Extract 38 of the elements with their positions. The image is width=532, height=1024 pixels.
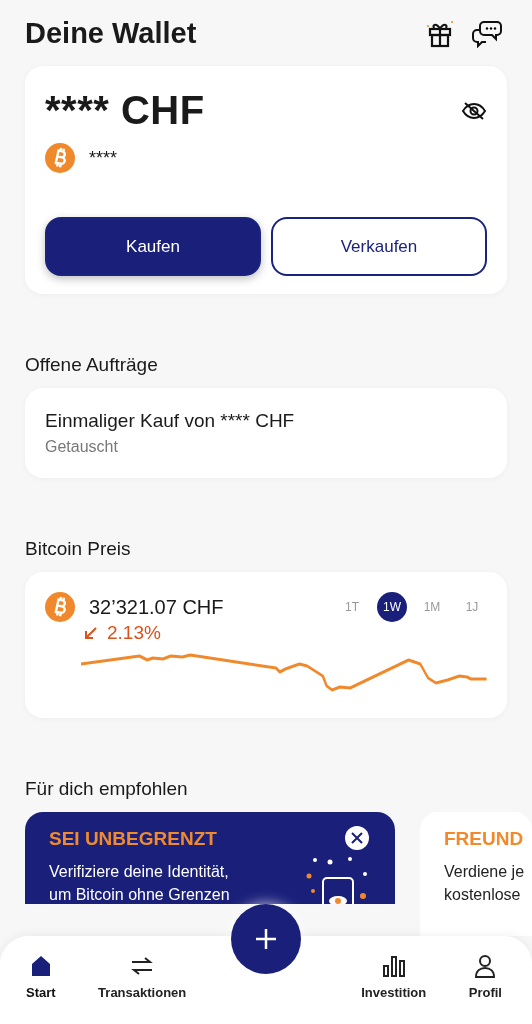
promo-title: FREUND	[444, 828, 524, 850]
bitcoin-icon	[45, 592, 75, 622]
eye-hidden-icon[interactable]	[461, 100, 487, 121]
nav-tab[interactable]: Profil	[468, 954, 502, 1008]
balance-amount: **** CHF	[45, 88, 205, 133]
plus-icon	[254, 927, 278, 951]
bitcoin-icon	[45, 143, 75, 173]
nav-tab[interactable]: Investition	[361, 954, 427, 1008]
gift-icon[interactable]	[425, 18, 455, 48]
bar-chart-icon	[381, 954, 406, 978]
person-icon	[473, 954, 498, 978]
nav-tab[interactable]: Transaktionen	[98, 954, 187, 1008]
page-title: Deine Wallet	[25, 16, 197, 50]
promo-card[interactable]: SEI UNBEGRENZT Verifiziere deine Identität, um Bitcoin ohne Grenzen	[25, 812, 395, 904]
order-card[interactable]: Einmaliger Kauf von **** CHF Getauscht	[25, 388, 507, 478]
promo-text: Verdiene je	[444, 862, 526, 882]
swap-arrows-icon	[130, 954, 155, 978]
promo-card[interactable]: FREUND Verdiene je kostenlose	[420, 812, 532, 936]
chat-icon[interactable]	[471, 18, 503, 48]
close-button[interactable]	[345, 826, 369, 850]
buy-button[interactable]: Kaufen	[45, 217, 261, 276]
order-title: Einmaliger Kauf von **** CHF	[45, 410, 296, 432]
close-icon	[351, 832, 363, 844]
nav-tab[interactable]: Start	[26, 954, 56, 1008]
promo-text: kostenlose	[444, 885, 522, 905]
promo-text: Verifiziere deine Identität,	[49, 862, 230, 882]
arrow-down-left-icon	[83, 625, 99, 641]
section-title: Für dich empfohlen	[25, 778, 189, 800]
price-change: 2.13%	[107, 622, 161, 644]
section-title: Offene Aufträge	[25, 354, 159, 376]
sell-button[interactable]: Verkaufen	[271, 217, 487, 276]
promo-title: SEI UNBEGRENZT	[49, 828, 217, 850]
crypto-amount: ****	[89, 147, 118, 169]
order-status: Getauscht	[45, 438, 119, 456]
price-value: 32’321.07 CHF	[89, 595, 225, 619]
promo-text: um Bitcoin ohne Grenzen	[49, 885, 231, 904]
section-title: Bitcoin Preis	[25, 538, 132, 560]
range-tab[interactable]: 1W	[377, 592, 407, 622]
